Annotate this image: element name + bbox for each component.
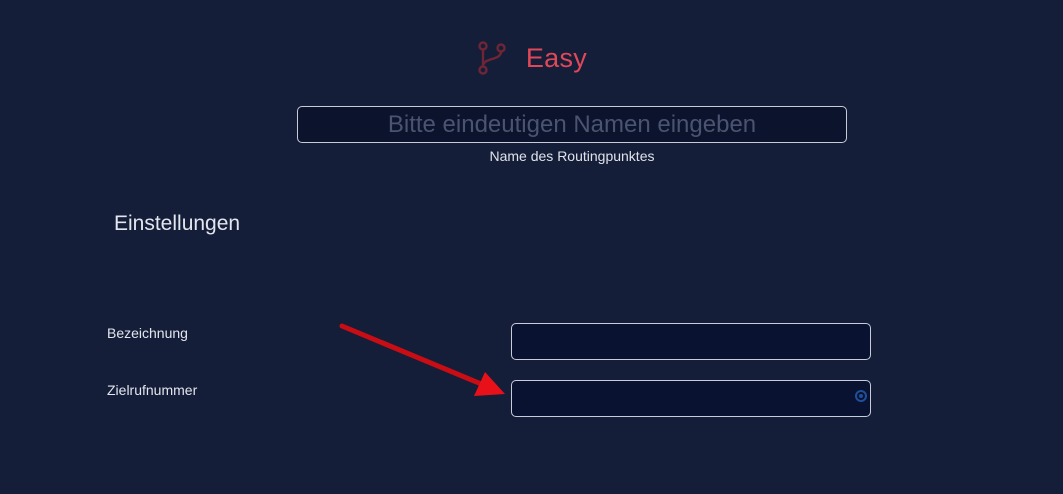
routing-point-name-caption: Name des Routingpunktes <box>489 148 655 164</box>
settings-heading: Einstellungen <box>114 212 241 235</box>
zielrufnummer-input[interactable] <box>511 380 871 417</box>
radio-dot-icon <box>855 390 867 402</box>
bezeichnung-label: Bezeichnung <box>107 325 188 341</box>
zielrufnummer-label: Zielrufnummer <box>107 382 198 398</box>
page-header: Easy <box>0 36 1063 80</box>
routing-point-page: Easy Name des Routingpunktes Einstellung… <box>0 0 1063 494</box>
routing-point-name-input[interactable] <box>297 106 847 143</box>
bezeichnung-input[interactable] <box>511 323 871 360</box>
git-branch-icon <box>478 41 506 75</box>
app-title: Easy <box>525 42 588 73</box>
